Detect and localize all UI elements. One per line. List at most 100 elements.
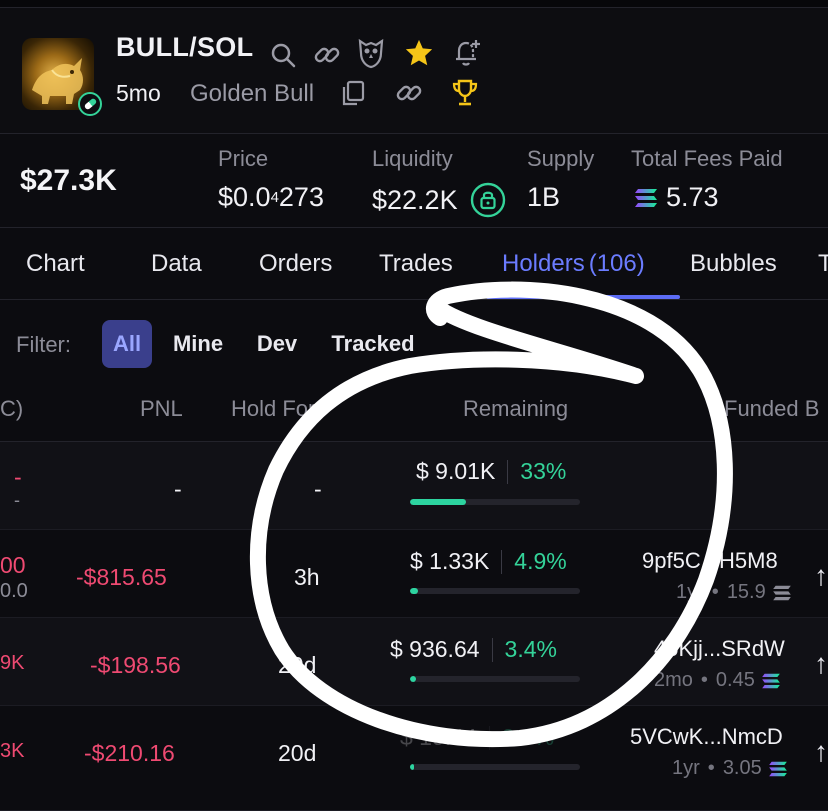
hold-cell: - — [314, 476, 322, 502]
liquidity-label: Liquidity — [372, 146, 453, 171]
fees-label: Total Fees Paid — [631, 146, 783, 171]
funder-info: 1yr • 15.9 — [676, 581, 792, 604]
price-label: Price — [218, 146, 269, 171]
tab-bar: Chart Data Orders Trades Holders (106) Bu… — [0, 228, 828, 300]
solana-icon — [768, 761, 787, 776]
price-prefix: $0.0 — [218, 182, 271, 212]
pnl-cell: - — [174, 476, 182, 502]
remaining-usd: $ 1.33K — [410, 548, 490, 574]
filter-label: Filter: — [16, 332, 71, 357]
remaining-pct: 4.9% — [514, 548, 567, 574]
arrow-up-icon[interactable]: ↑ — [814, 736, 828, 768]
cost-cell: - — [14, 464, 22, 490]
solana-icon — [634, 188, 658, 208]
tab-orders[interactable]: Orders — [259, 250, 332, 278]
owl-icon[interactable] — [356, 38, 386, 69]
funder-address[interactable]: 4oKjj...SRdW — [654, 636, 785, 662]
col-pnl[interactable]: PNL — [140, 396, 183, 422]
link-icon[interactable] — [312, 40, 342, 70]
solana-icon — [772, 585, 791, 600]
table-row[interactable]: - - - - $ 9.01K 33% — [0, 442, 828, 530]
fees-amount: 5.73 — [666, 182, 719, 212]
token-name: Golden Bull — [190, 80, 315, 107]
remaining-bar — [410, 499, 580, 505]
hold-cell: 20d — [278, 652, 317, 678]
tab-holders-label: Holders — [502, 250, 585, 277]
supply-value: 1B — [527, 182, 561, 212]
copy-icon[interactable] — [338, 78, 368, 108]
top-bar — [0, 0, 828, 8]
bell-plus-icon[interactable] — [452, 38, 482, 68]
remaining-usd: $ 19.44 — [400, 724, 477, 750]
pair-name: BULL/SOL — [116, 32, 254, 62]
funder-info: 1yr • 3.05 — [672, 757, 788, 780]
pnl-cell: -$198.56 — [90, 652, 181, 678]
filter-dev[interactable]: Dev — [250, 320, 304, 368]
price-value: $0.0 4 273 — [218, 182, 324, 213]
funder-amount: 3.05 — [722, 757, 762, 779]
remaining-usd: $ 936.64 — [390, 636, 480, 662]
link-icon[interactable] — [394, 78, 424, 108]
price-zeros: 4 — [270, 189, 279, 206]
table-header: C) PNL Hold For Remaining Funded B — [0, 384, 828, 442]
market-cap: $27.3K — [20, 164, 117, 197]
tab-holders[interactable]: Holders (106) — [502, 250, 645, 278]
price-suffix: 273 — [278, 182, 324, 212]
hold-cell: 20d — [278, 740, 317, 766]
table-row[interactable]: 9K -$198.56 20d $ 936.64 3.4% 4oKjj...SRd… — [0, 618, 828, 706]
fees-value: 5.73 — [634, 182, 719, 213]
supply-label: Supply — [527, 146, 595, 171]
col-hold-for[interactable]: Hold For — [231, 396, 315, 422]
funder-amount: 0.45 — [715, 669, 755, 691]
tab-trades[interactable]: Trades — [379, 250, 453, 278]
cost-cell: 00 — [0, 552, 26, 578]
trophy-icon[interactable] — [450, 78, 480, 108]
col-cost[interactable]: C) — [0, 396, 23, 422]
table-row[interactable]: 00 0.0 -$815.65 3h $ 1.33K 4.9% 9pf5C...H… — [0, 530, 828, 618]
tab-data[interactable]: Data — [151, 250, 202, 278]
funder-address[interactable]: 9pf5C...H5M8 — [642, 548, 778, 574]
lock-icon[interactable] — [470, 182, 506, 218]
active-tab-indicator — [486, 295, 680, 299]
remaining-cell: $ 9.01K 33% — [416, 458, 566, 485]
liquidity-amount: $22.2K — [372, 184, 458, 215]
arrow-up-icon[interactable]: ↑ — [814, 560, 828, 592]
star-icon[interactable] — [404, 38, 434, 68]
solana-icon — [762, 673, 780, 688]
filter-all[interactable]: All — [102, 320, 152, 368]
tab-bubbles[interactable]: Bubbles — [690, 250, 777, 278]
pill-icon — [78, 92, 102, 116]
filter-tracked[interactable]: Tracked — [324, 320, 422, 368]
table-row[interactable]: 3K -$210.16 20d $ 19.44 2.0% 5VCwK...NmcD… — [0, 706, 828, 811]
remaining-usd: $ 9.01K — [416, 458, 496, 484]
remaining-pct: 2.0% — [501, 724, 555, 750]
remaining-cell: $ 936.64 3.4% — [390, 636, 557, 663]
cost-sub-cell: 0.0 — [0, 580, 28, 602]
token-stats: $27.3K Price $0.0 4 273 Liquidity $22.2K S… — [0, 134, 828, 228]
remaining-cell: $ 1.33K 4.9% — [410, 548, 567, 575]
tab-chart[interactable]: Chart — [26, 250, 85, 278]
token-age: 5mo — [116, 80, 161, 106]
tab-holders-count: (106) — [588, 250, 645, 277]
funder-age: 2mo — [654, 669, 693, 691]
funder-address[interactable]: 5VCwK...NmcD — [630, 724, 783, 750]
col-funded-by[interactable]: Funded B — [724, 396, 819, 422]
funder-age: 1yr — [676, 581, 704, 603]
tab-more[interactable]: T — [818, 250, 828, 278]
remaining-bar — [410, 676, 580, 682]
pnl-cell: -$210.16 — [84, 740, 175, 766]
remaining-bar — [410, 588, 580, 594]
arrow-up-icon[interactable]: ↑ — [814, 648, 828, 680]
funder-amount: 15.9 — [726, 581, 766, 603]
filter-mine[interactable]: Mine — [166, 320, 230, 368]
remaining-bar — [410, 764, 580, 770]
funder-age: 1yr — [672, 757, 700, 779]
col-remaining[interactable]: Remaining — [463, 396, 568, 422]
cost-cell: 3K — [0, 740, 25, 762]
token-header: BULL/SOL 5mo Golden Bull — [0, 8, 828, 134]
remaining-pct: 3.4% — [504, 636, 557, 662]
remaining-cell: $ 19.44 2.0% — [400, 724, 554, 751]
search-icon[interactable] — [268, 40, 298, 70]
liquidity-value: $22.2K — [372, 182, 506, 218]
funder-info: 2mo • 0.45 — [654, 669, 781, 692]
